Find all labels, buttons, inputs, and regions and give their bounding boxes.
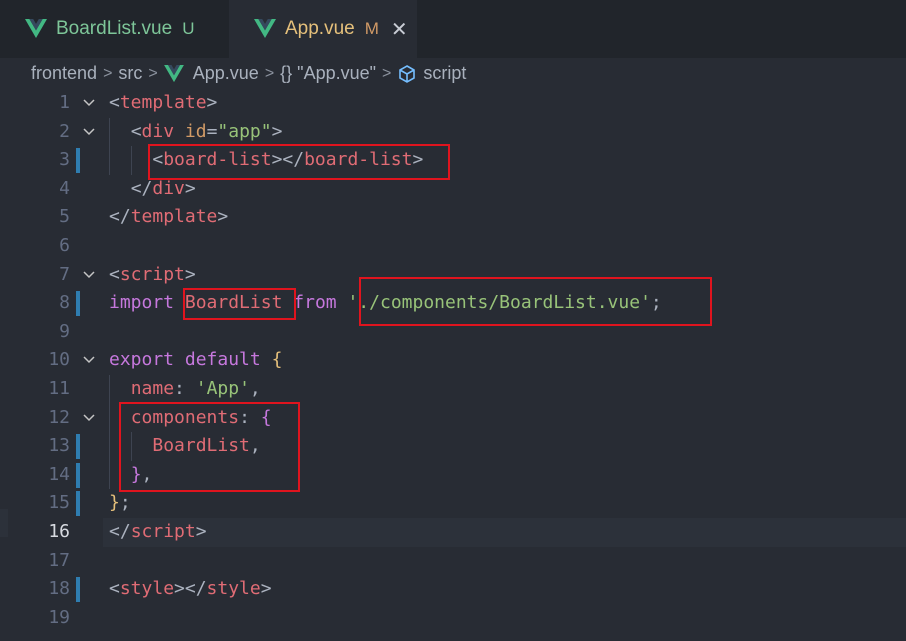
- code-text: name: 'App',: [130, 378, 261, 399]
- git-modified-marker: [76, 434, 80, 460]
- code-text: <template>: [109, 92, 218, 113]
- breadcrumb-item-src[interactable]: src: [118, 63, 142, 84]
- vue-file-icon: [25, 19, 47, 38]
- git-status-badge: M: [364, 19, 379, 38]
- code-line: 4 </div>: [0, 175, 906, 204]
- breadcrumb-item-module[interactable]: {} "App.vue": [280, 63, 376, 84]
- indent-guide: [109, 375, 110, 490]
- code-line: 2 <div id="app">: [0, 118, 906, 147]
- close-icon[interactable]: ✕: [391, 17, 408, 42]
- code-text: <script>: [109, 263, 196, 285]
- fold-chevron-icon[interactable]: [82, 353, 96, 367]
- line-number: 15: [48, 492, 70, 514]
- code-line: 3 <board-list></board-list>: [0, 146, 906, 175]
- git-status-badge: U: [182, 19, 195, 38]
- code-line: 19: [0, 604, 906, 633]
- cube-icon: [399, 64, 416, 83]
- git-modified-marker: [76, 291, 80, 317]
- line-number: 4: [59, 177, 70, 199]
- line-number: 10: [48, 349, 70, 371]
- line-number: 12: [48, 406, 70, 428]
- line-number: 3: [59, 149, 70, 171]
- breadcrumb-separator: >: [103, 64, 113, 82]
- code-text: };: [109, 492, 131, 514]
- tab-boardlist-vue[interactable]: BoardList.vue U: [0, 0, 228, 58]
- code-text: <div id="app">: [130, 120, 283, 142]
- line-number: 16: [48, 521, 70, 542]
- annotation-box-boardlist-import: [183, 288, 296, 320]
- code-text: </script>: [109, 521, 207, 542]
- git-modified-marker: [76, 577, 80, 603]
- annotation-box-board-list-tag: [148, 144, 450, 180]
- git-modified-marker: [76, 462, 80, 488]
- line-number: 14: [48, 463, 70, 485]
- breadcrumb-item-script[interactable]: script: [423, 63, 466, 84]
- tab-bar: BoardList.vue U App.vue M ✕: [0, 0, 906, 58]
- fold-chevron-icon[interactable]: [82, 125, 96, 139]
- tab-app-vue[interactable]: App.vue M ✕: [229, 0, 417, 58]
- breadcrumb: frontend > src > App.vue > {} "App.vue" …: [0, 58, 906, 89]
- line-number: 1: [59, 92, 70, 113]
- line-number: 19: [48, 606, 70, 628]
- line-number: 2: [59, 120, 70, 142]
- line-number: 7: [59, 263, 70, 285]
- code-text: </template>: [109, 206, 229, 228]
- code-line: 18 <style></style>: [0, 575, 906, 604]
- code-text: <style></style>: [109, 578, 272, 600]
- code-editor[interactable]: 1 <template> 2 <div id="app"> 3 <board-l…: [0, 89, 906, 641]
- breadcrumb-item-frontend[interactable]: frontend: [31, 63, 97, 84]
- code-line: 1 <template>: [0, 89, 906, 118]
- line-number: 18: [48, 578, 70, 600]
- code-line: 17: [0, 547, 906, 576]
- line-number: 9: [59, 320, 70, 342]
- line-number: 11: [48, 378, 70, 399]
- breadcrumb-separator: >: [264, 64, 275, 82]
- indent-guide: [109, 117, 110, 175]
- line-number: 17: [48, 549, 70, 571]
- vue-file-icon: [163, 64, 184, 82]
- breadcrumb-separator: >: [148, 64, 158, 82]
- indent-guide: [131, 146, 132, 175]
- code-line: 10 export default {: [0, 346, 906, 375]
- breadcrumb-separator: >: [382, 64, 392, 82]
- code-line-current: 16 </script>: [0, 518, 906, 547]
- annotation-box-components: [119, 402, 300, 492]
- code-line: 15 };: [0, 489, 906, 518]
- line-number: 13: [48, 435, 70, 457]
- code-line: 5 </template>: [0, 203, 906, 232]
- git-modified-marker: [76, 148, 80, 174]
- code-line: 6: [0, 232, 906, 261]
- fold-chevron-icon[interactable]: [82, 96, 96, 110]
- line-number: 6: [59, 235, 70, 256]
- git-modified-marker: [76, 491, 80, 517]
- fold-chevron-icon[interactable]: [82, 268, 96, 282]
- tab-label: BoardList.vue: [56, 18, 173, 39]
- annotation-box-import-path: [359, 277, 712, 326]
- fold-chevron-icon[interactable]: [82, 411, 96, 425]
- code-text: export default {: [109, 349, 283, 371]
- vue-file-icon: [254, 19, 276, 38]
- tab-label: App.vue: [285, 18, 355, 39]
- breadcrumb-item-app-vue[interactable]: App.vue: [193, 63, 259, 84]
- line-number: 8: [59, 292, 70, 314]
- current-line-highlight: [103, 518, 906, 547]
- code-line: 11 name: 'App',: [0, 375, 906, 404]
- line-number: 5: [59, 206, 70, 228]
